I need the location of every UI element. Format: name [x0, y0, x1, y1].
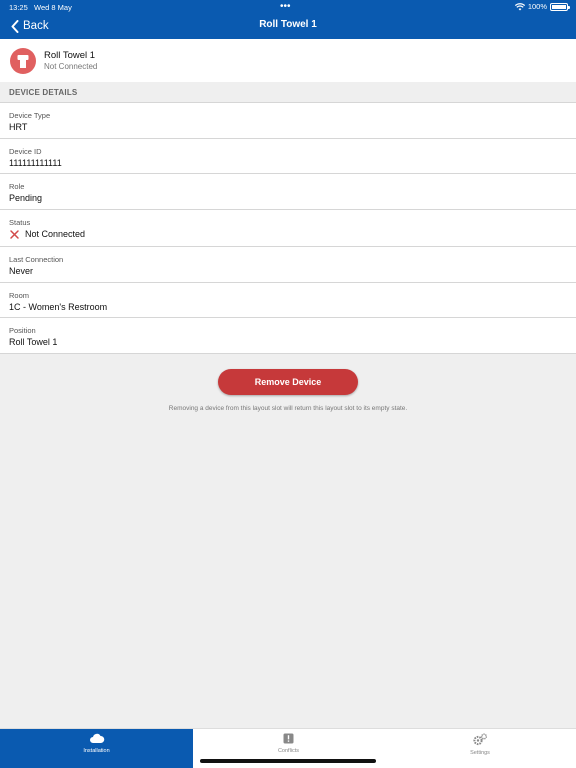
cloud-icon: [89, 733, 104, 743]
device-details-list: Device Type HRT Device ID 111111111111 R…: [0, 102, 576, 354]
close-x-icon: [10, 229, 19, 239]
device-connection-status: Not Connected: [44, 62, 98, 71]
detail-label: Device ID: [9, 146, 42, 156]
detail-value: Pending: [9, 193, 42, 203]
detail-label: Room: [9, 290, 30, 300]
device-header: Roll Towel 1 Not Connected: [0, 39, 576, 82]
tab-label: Installation: [83, 748, 110, 754]
detail-row-position: Position Roll Towel 1: [0, 318, 576, 354]
detail-value-text: 111111111111: [9, 157, 62, 168]
detail-value: Roll Towel 1: [9, 337, 57, 347]
section-title: DEVICE DETAILS: [9, 88, 78, 97]
tab-settings[interactable]: Settings: [384, 729, 576, 768]
detail-value-text: Never: [9, 266, 34, 276]
remove-device-button[interactable]: Remove Device: [218, 369, 358, 395]
status-indicators: 100%: [514, 2, 570, 11]
detail-row-status: Status Not Connected: [0, 210, 576, 247]
detail-row-room: Room 1C - Women's Restroom: [0, 283, 576, 318]
detail-label: Role: [9, 182, 25, 191]
device-avatar: [10, 48, 36, 74]
home-indicator[interactable]: [200, 759, 376, 763]
detail-label: Status: [9, 217, 31, 227]
status-time: 13:25 Wed 8 May: [9, 3, 72, 12]
page-title: Roll Towel 1: [259, 19, 317, 30]
tab-installation[interactable]: Installation: [0, 729, 193, 768]
detail-value-text: Not Connected: [25, 229, 86, 239]
wifi-icon: [514, 2, 525, 10]
battery-icon: [550, 2, 570, 11]
clock: 13:25: [9, 3, 28, 12]
gears-icon: [473, 733, 488, 746]
detail-value-text: 1C - Women's Restroom: [9, 301, 108, 312]
detail-row-role: Role Pending: [0, 174, 576, 210]
tab-label: Settings: [470, 750, 490, 756]
multitask-dots[interactable]: •••: [280, 1, 291, 12]
detail-row-last-connection: Last Connection Never: [0, 247, 576, 283]
device-name: Roll Towel 1: [44, 50, 96, 61]
top-bar: 13:25 Wed 8 May ••• 100% Back Roll Towel…: [0, 0, 576, 39]
detail-label: Device Type: [9, 111, 51, 120]
detail-value-text: HRT: [9, 122, 28, 132]
detail-value-text: Roll Towel 1: [9, 337, 58, 347]
detail-row-device-id: Device ID 111111111111: [0, 139, 576, 174]
towel-dispenser-icon: [17, 55, 29, 68]
detail-label: Last Connection: [9, 255, 64, 264]
detail-value: HRT: [9, 122, 27, 132]
date: Wed 8 May: [34, 3, 72, 12]
detail-value: 111111111111: [9, 158, 62, 168]
detail-row-device-type: Device Type HRT: [0, 103, 576, 139]
detail-label: Position: [9, 326, 36, 335]
detail-value-text: Pending: [9, 193, 43, 203]
detail-value: Never: [9, 266, 33, 276]
remove-device-note: Removing a device from this layout slot …: [168, 405, 408, 412]
battery-percent: 100%: [527, 2, 547, 11]
detail-value: Not Connected: [9, 229, 85, 240]
tab-label: Conflicts: [277, 748, 300, 754]
alert-icon: [283, 733, 294, 744]
detail-value: 1C - Women's Restroom: [9, 302, 107, 312]
